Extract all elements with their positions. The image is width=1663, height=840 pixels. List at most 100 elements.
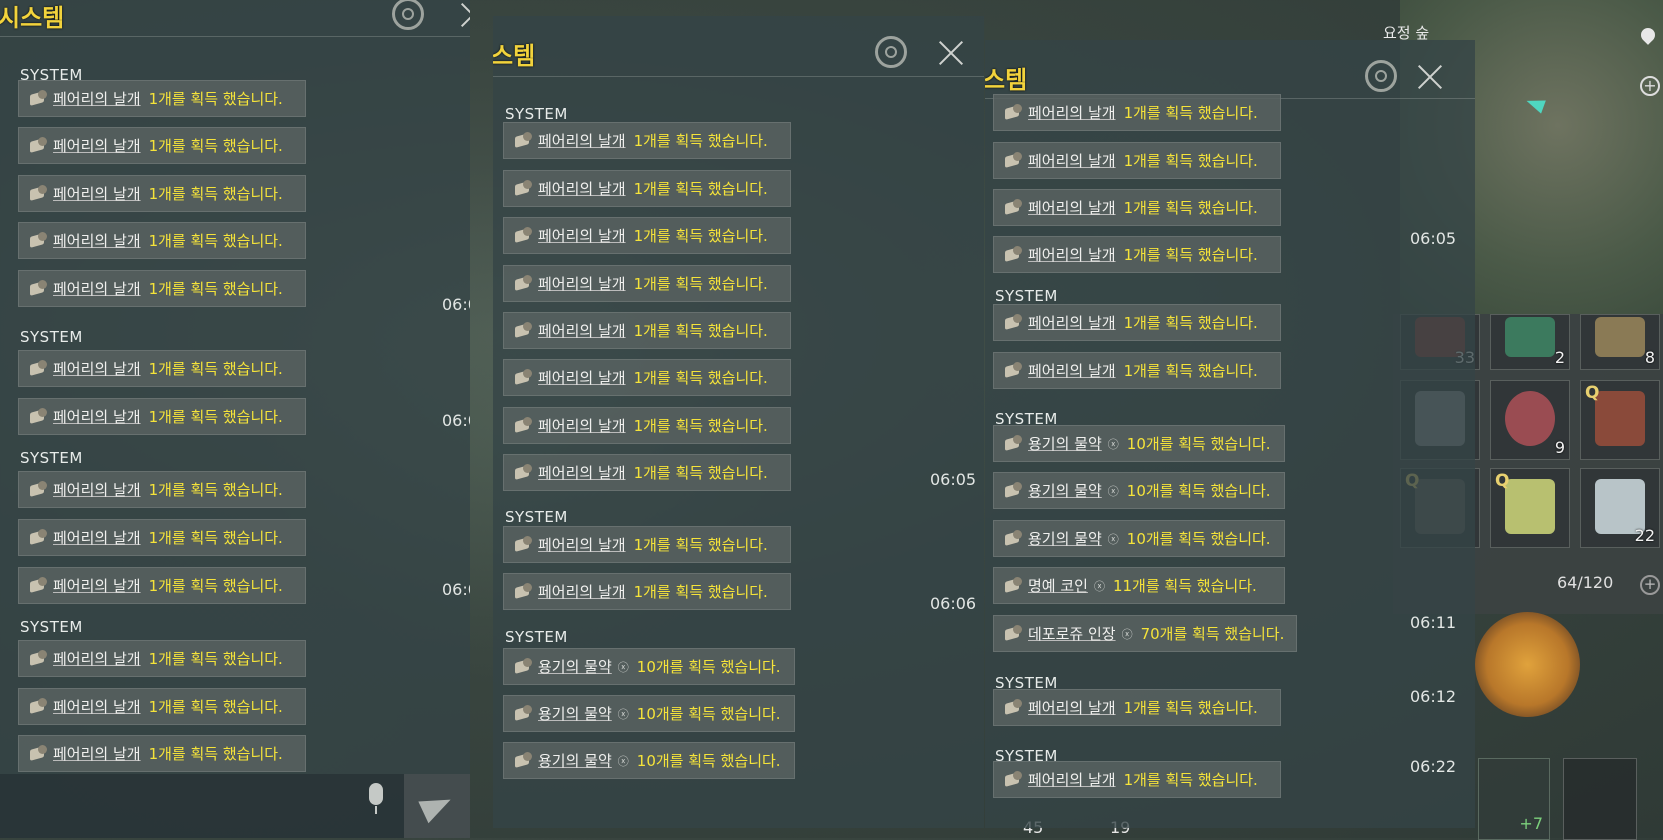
item-name-link[interactable]: 페어리의 날개 [53, 743, 141, 764]
item-name-link[interactable]: 용기의 물약 [538, 703, 612, 724]
close-icon[interactable] [938, 40, 964, 66]
item-name-link[interactable]: 페어리의 날개 [1028, 360, 1116, 381]
loot-message[interactable]: 페어리의 날개 1개를 획득 했습니다. [993, 689, 1281, 726]
item-name-link[interactable]: 용기의 물약 [538, 750, 612, 771]
loot-message[interactable]: 페어리의 날개 1개를 획득 했습니다. [18, 471, 306, 508]
inventory-slot[interactable]: 9 [1490, 380, 1570, 460]
item-name-link[interactable]: 페어리의 날개 [538, 320, 626, 341]
loot-message[interactable]: 데포로쥬 인장 ⓧ 70개를 획득 했습니다. [993, 615, 1297, 652]
item-name-link[interactable]: 페어리의 날개 [53, 88, 141, 109]
loot-message[interactable]: 용기의 물약 ⓧ 10개를 획득 했습니다. [993, 520, 1285, 557]
inventory-slot[interactable]: 2 [1490, 314, 1570, 370]
inventory-slot[interactable]: 22 [1580, 468, 1660, 548]
loot-message[interactable]: 페어리의 날개 1개를 획득 했습니다. [993, 142, 1281, 179]
loot-message[interactable]: 페어리의 날개 1개를 획득 했습니다. [18, 735, 306, 772]
chat-input-bar[interactable] [0, 774, 404, 838]
loot-message[interactable]: 용기의 물약 ⓧ 10개를 획득 했습니다. [503, 742, 795, 779]
item-name-link[interactable]: 페어리의 날개 [538, 273, 626, 294]
loot-message[interactable]: 페어리의 날개 1개를 획득 했습니다. [993, 352, 1281, 389]
loot-message[interactable]: 페어리의 날개 1개를 획득 했습니다. [993, 761, 1281, 798]
loot-message[interactable]: 페어리의 날개 1개를 획득 했습니다. [503, 454, 791, 491]
item-name-link[interactable]: 용기의 물약 [538, 656, 612, 677]
loot-message[interactable]: 페어리의 날개 1개를 획득 했습니다. [18, 175, 306, 212]
item-name-link[interactable]: 페어리의 날개 [53, 183, 141, 204]
loot-message[interactable]: 페어리의 날개 1개를 획득 했습니다. [18, 80, 306, 117]
chat-panel-1[interactable]: 시스템 SYSTEM 페어리의 날개 1개를 획득 했습니다. 페어리의 날개 1개를 획… [0, 0, 470, 838]
loot-message[interactable]: 페어리의 날개 1개를 획득 했습니다. [503, 359, 791, 396]
inventory-slot[interactable]: Q [1580, 380, 1660, 460]
loot-message[interactable]: 명예 코인 ⓧ 11개를 획득 했습니다. [993, 567, 1285, 604]
loot-message[interactable]: 페어리의 날개 1개를 획득 했습니다. [18, 688, 306, 725]
item-name-link[interactable]: 페어리의 날개 [538, 178, 626, 199]
item-name-link[interactable]: 페어리의 날개 [538, 225, 626, 246]
loot-message[interactable]: 용기의 물약 ⓧ 10개를 획득 했습니다. [993, 472, 1285, 509]
loot-message[interactable]: 페어리의 날개 1개를 획득 했습니다. [18, 640, 306, 677]
loot-message[interactable]: 페어리의 날개 1개를 획득 했습니다. [18, 519, 306, 556]
item-name-link[interactable]: 용기의 물약 [1028, 528, 1102, 549]
close-icon[interactable] [1417, 64, 1443, 90]
loot-message[interactable]: 페어리의 날개 1개를 획득 했습니다. [503, 407, 791, 444]
loot-message[interactable]: 페어리의 날개 1개를 획득 했습니다. [993, 236, 1281, 273]
settings-gear-icon[interactable] [1365, 60, 1397, 92]
item-name-link[interactable]: 페어리의 날개 [53, 358, 141, 379]
loot-message[interactable]: 페어리의 날개 1개를 획득 했습니다. [18, 270, 306, 307]
item-name-link[interactable]: 페어리의 날개 [1028, 102, 1116, 123]
item-name-link[interactable]: 페어리의 날개 [53, 575, 141, 596]
item-name-link[interactable]: 페어리의 날개 [538, 462, 626, 483]
loot-message[interactable]: 페어리의 날개 1개를 획득 했습니다. [503, 122, 791, 159]
map-zoom-plus-icon[interactable]: + [1640, 76, 1660, 96]
settings-gear-icon[interactable] [392, 0, 424, 30]
loot-message[interactable]: 페어리의 날개 1개를 획득 했습니다. [503, 170, 791, 207]
loot-message[interactable]: 페어리의 날개 1개를 획득 했습니다. [503, 526, 791, 563]
item-name-link[interactable]: 페어리의 날개 [53, 406, 141, 427]
chat-panel-3[interactable]: 스템 페어리의 날개 1개를 획득 했습니다. 페어리의 날개 1개를 획득 했습니다.… [985, 40, 1475, 828]
loot-message[interactable]: 용기의 물약 ⓧ 10개를 획득 했습니다. [503, 648, 795, 685]
loot-message[interactable]: 페어리의 날개 1개를 획득 했습니다. [993, 304, 1281, 341]
inventory-expand-icon[interactable]: + [1640, 575, 1660, 595]
item-name-link[interactable]: 페어리의 날개 [1028, 244, 1116, 265]
item-name-link[interactable]: 페어리의 날개 [53, 648, 141, 669]
loot-message[interactable]: 페어리의 날개 1개를 획득 했습니다. [18, 127, 306, 164]
skill-orb[interactable] [1475, 612, 1580, 717]
item-name-link[interactable]: 명예 코인 [1028, 575, 1088, 596]
item-name-link[interactable]: 페어리의 날개 [1028, 697, 1116, 718]
item-name-link[interactable]: 페어리의 날개 [53, 278, 141, 299]
loot-message[interactable]: 페어리의 날개 1개를 획득 했습니다. [503, 217, 791, 254]
item-name-link[interactable]: 페어리의 날개 [538, 534, 626, 555]
loot-message[interactable]: 용기의 물약 ⓧ 10개를 획득 했습니다. [993, 425, 1285, 462]
send-button[interactable] [404, 774, 470, 838]
item-name-link[interactable]: 페어리의 날개 [538, 367, 626, 388]
microphone-icon[interactable] [366, 783, 386, 815]
chat-panel-2[interactable]: 스템 SYSTEM 페어리의 날개 1개를 획득 했습니다. 페어리의 날개 1개를 획득… [493, 16, 984, 828]
inventory-slot[interactable]: 8 [1580, 314, 1660, 370]
item-name-link[interactable]: 페어리의 날개 [538, 581, 626, 602]
item-name-link[interactable]: 페어리의 날개 [1028, 197, 1116, 218]
loot-message[interactable]: 용기의 물약 ⓧ 10개를 획득 했습니다. [503, 695, 795, 732]
item-name-link[interactable]: 페어리의 날개 [53, 135, 141, 156]
loot-message[interactable]: 페어리의 날개 1개를 획득 했습니다. [993, 94, 1281, 131]
item-name-link[interactable]: 페어리의 날개 [538, 415, 626, 436]
inventory-slot[interactable]: Q [1490, 468, 1570, 548]
weapon-slot[interactable]: +7 [1478, 758, 1550, 840]
loot-message[interactable]: 페어리의 날개 1개를 획득 했습니다. [18, 350, 306, 387]
item-name-link[interactable]: 페어리의 날개 [53, 479, 141, 500]
item-name-link[interactable]: 페어리의 날개 [1028, 769, 1116, 790]
item-name-link[interactable]: 페어리의 날개 [1028, 312, 1116, 333]
settings-gear-icon[interactable] [875, 36, 907, 68]
close-icon[interactable] [460, 2, 470, 28]
loot-message[interactable]: 페어리의 날개 1개를 획득 했습니다. [503, 312, 791, 349]
item-name-link[interactable]: 페어리의 날개 [53, 527, 141, 548]
loot-message[interactable]: 페어리의 날개 1개를 획득 했습니다. [503, 265, 791, 302]
loot-message[interactable]: 페어리의 날개 1개를 획득 했습니다. [503, 573, 791, 610]
item-name-link[interactable]: 용기의 물약 [1028, 480, 1102, 501]
loot-message[interactable]: 페어리의 날개 1개를 획득 했습니다. [993, 189, 1281, 226]
item-name-link[interactable]: 페어리의 날개 [1028, 150, 1116, 171]
loot-message[interactable]: 페어리의 날개 1개를 획득 했습니다. [18, 398, 306, 435]
gear-slot[interactable] [1563, 758, 1637, 840]
item-name-link[interactable]: 페어리의 날개 [538, 130, 626, 151]
loot-message[interactable]: 페어리의 날개 1개를 획득 했습니다. [18, 567, 306, 604]
item-name-link[interactable]: 용기의 물약 [1028, 433, 1102, 454]
item-name-link[interactable]: 페어리의 날개 [53, 230, 141, 251]
item-name-link[interactable]: 페어리의 날개 [53, 696, 141, 717]
item-name-link[interactable]: 데포로쥬 인장 [1028, 623, 1116, 644]
